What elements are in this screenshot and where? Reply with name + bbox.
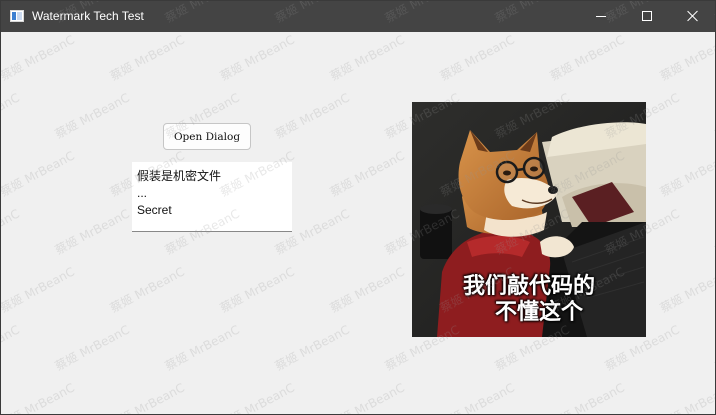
meme-caption-line2: 不懂这个 bbox=[494, 300, 583, 325]
text-line: Secret bbox=[137, 203, 172, 217]
client-area: Open Dialog 假装是机密文件 ... Secret 我们敲代码的 不懂… bbox=[1, 32, 715, 414]
minimize-icon bbox=[596, 16, 606, 17]
window-title: Watermark Tech Test bbox=[32, 9, 144, 23]
meme-image: 我们敲代码的 不懂这个 bbox=[412, 102, 646, 337]
app-icon bbox=[10, 10, 24, 22]
minimize-button[interactable] bbox=[578, 1, 624, 32]
text-line: 假装是机密文件 bbox=[137, 169, 222, 183]
open-dialog-button[interactable]: Open Dialog bbox=[163, 123, 251, 150]
secret-text-box[interactable]: 假装是机密文件 ... Secret bbox=[132, 162, 292, 232]
meme-caption-line1: 我们敲代码的 bbox=[462, 274, 595, 299]
text-line: ... bbox=[137, 186, 148, 200]
app-window: Watermark Tech Test Open Dialog 假装是机密文件 … bbox=[0, 0, 716, 415]
maximize-icon bbox=[642, 11, 652, 21]
maximize-button[interactable] bbox=[624, 1, 670, 32]
close-icon bbox=[687, 10, 699, 22]
title-bar[interactable]: Watermark Tech Test bbox=[1, 1, 715, 32]
close-button[interactable] bbox=[670, 1, 715, 32]
